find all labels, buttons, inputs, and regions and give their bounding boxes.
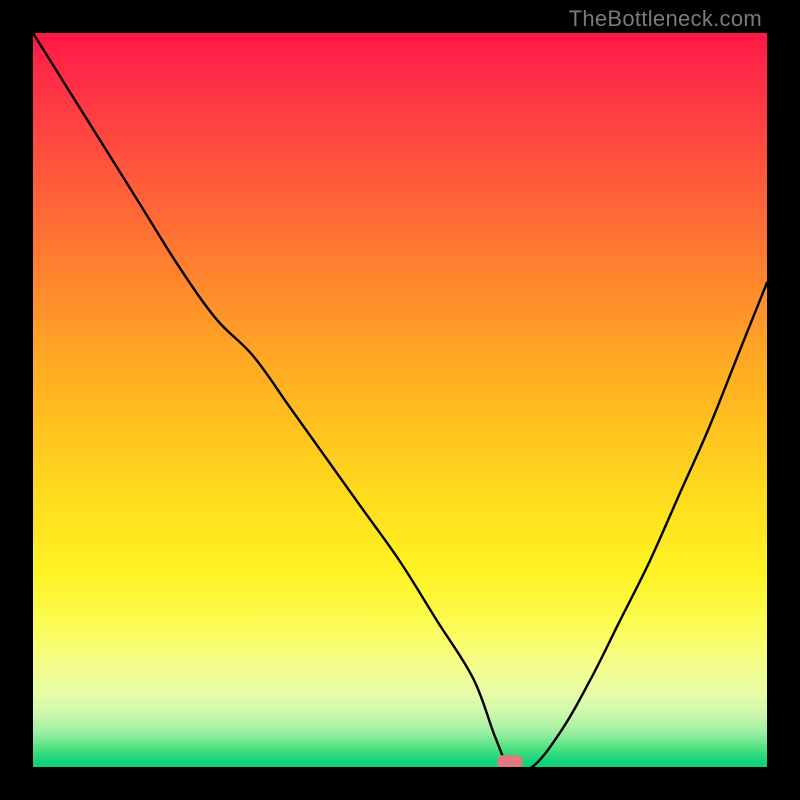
watermark-text: TheBottleneck.com	[569, 6, 762, 32]
plot-area	[33, 33, 767, 767]
chart-frame: TheBottleneck.com	[0, 0, 800, 800]
bottleneck-curve	[33, 33, 767, 767]
optimal-marker	[497, 755, 523, 767]
